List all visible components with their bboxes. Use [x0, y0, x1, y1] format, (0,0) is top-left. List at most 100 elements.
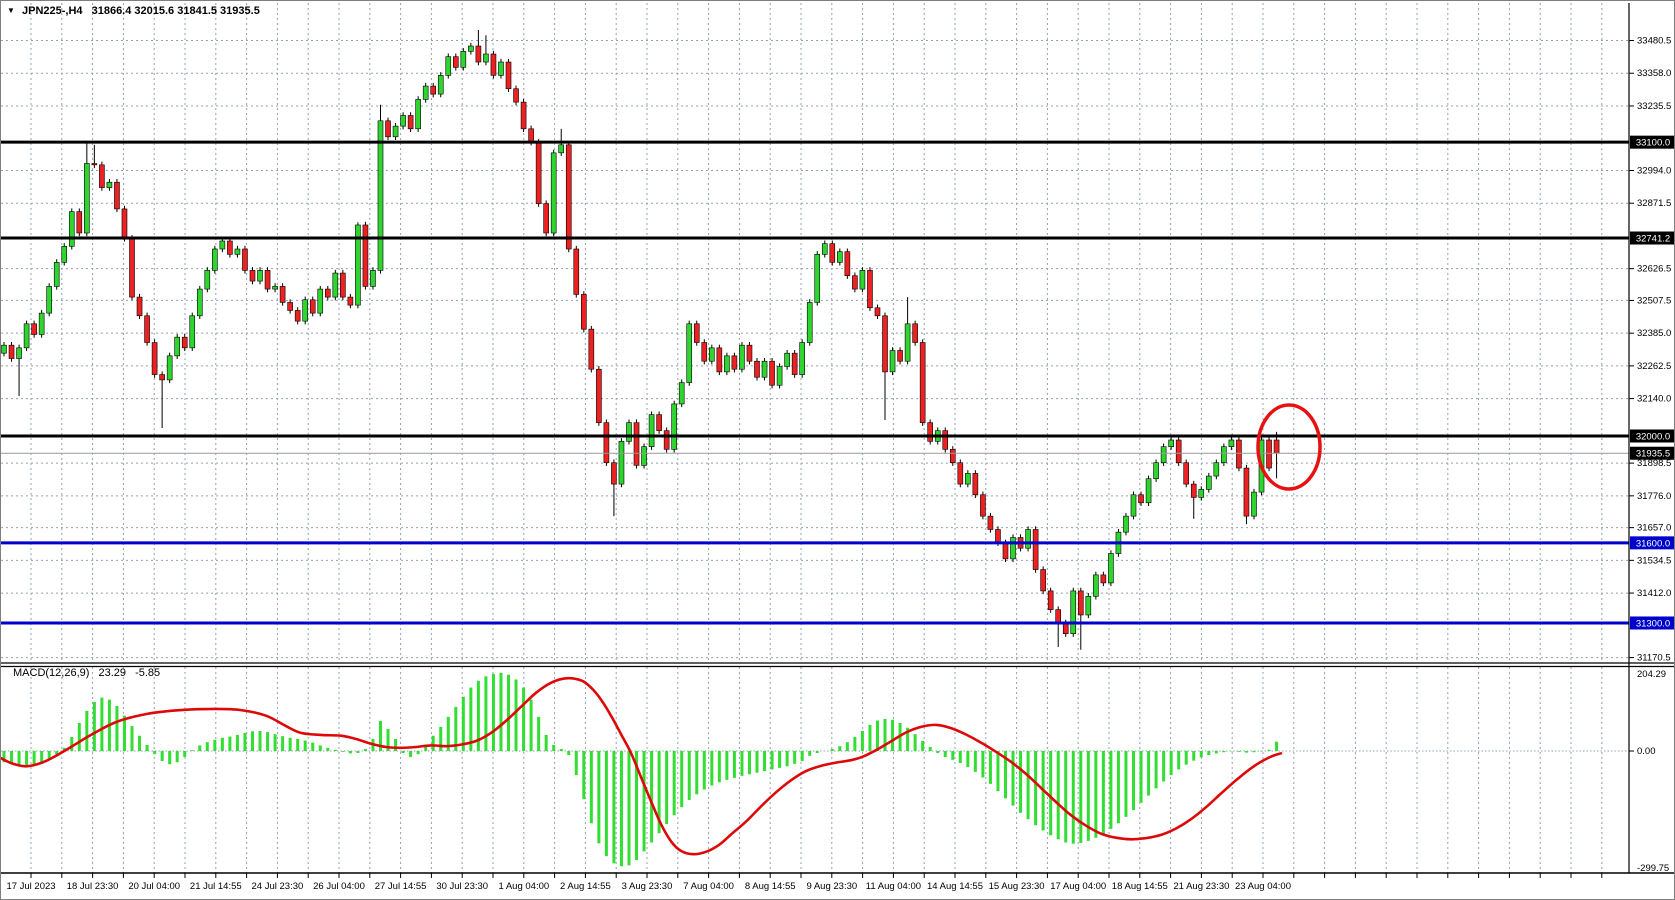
candle-body-bear: [32, 324, 37, 335]
candle-body-bull: [1131, 495, 1136, 516]
y-axis-tick-label: 31534.5: [1637, 555, 1671, 566]
x-axis-time-label: 21 Aug 23:30: [1173, 881, 1229, 892]
candle-body-bull: [1161, 447, 1166, 463]
ohlc-values: 31866.4 32015.6 31841.5 31935.5: [92, 5, 260, 17]
candle-body-bear: [574, 249, 579, 294]
trading-chart-window: 33480.533358.033235.532994.032871.532626…: [0, 0, 1675, 900]
macd-axis-zero-label: 0.00: [1637, 746, 1656, 757]
candle-body-bull: [468, 46, 473, 51]
candle-body-bull: [672, 404, 677, 449]
candle-body-bear: [431, 86, 436, 94]
candle-body-bull: [1108, 554, 1113, 583]
candle-body-bear: [1003, 543, 1008, 559]
x-axis-time-label: 7 Aug 04:00: [683, 881, 734, 892]
candle-body-bear: [611, 463, 616, 484]
price-level-badge-label: 31600.0: [1636, 538, 1670, 549]
candle-body-bull: [1214, 463, 1219, 476]
candle-body-bear: [1236, 440, 1241, 468]
candle-body-bull: [785, 353, 790, 366]
candle-body-bear: [747, 345, 752, 361]
candle-body-bear: [453, 57, 458, 68]
y-axis-tick-label: 33480.5: [1637, 36, 1671, 47]
y-axis-tick-label: 32262.5: [1637, 361, 1671, 372]
symbol-dropdown-icon[interactable]: ▼: [7, 6, 15, 15]
candle-body-bear: [950, 449, 955, 462]
x-axis-time-label: 27 Jul 14:55: [375, 881, 427, 892]
candle-body-bear: [122, 209, 127, 238]
candle-body-bear: [145, 316, 150, 343]
x-axis-time-label: 18 Aug 14:55: [1112, 881, 1168, 892]
chart-title: ▼ JPN225-,H4 31866.4 32015.6 31841.5 319…: [7, 5, 260, 17]
candle-body-bear: [664, 431, 669, 450]
candle-body-bull: [559, 145, 564, 153]
candle-body-bull: [423, 86, 428, 99]
candle-body-bull: [1011, 538, 1016, 559]
candle-body-bear: [1267, 440, 1272, 468]
candle-body-bull: [197, 289, 202, 316]
y-axis-tick-label: 32507.5: [1637, 295, 1671, 306]
y-axis-tick-label: 31898.5: [1637, 458, 1671, 469]
candle-body-bear: [657, 415, 662, 431]
candle-body-bear: [1176, 440, 1181, 463]
candle-body-bull: [416, 99, 421, 128]
candle-body-bear: [980, 495, 985, 516]
candle-body-bear: [898, 351, 903, 362]
candle-body-bear: [566, 145, 571, 249]
candle-body-bull: [273, 286, 278, 289]
candle-body-bear: [288, 302, 293, 310]
candle-body-bull: [1071, 591, 1076, 634]
candle-body-bear: [875, 308, 880, 316]
candle-body-bull: [777, 367, 782, 386]
candle-body-bull: [619, 441, 624, 484]
candle-body-bear: [476, 46, 481, 62]
candle-body-bear: [363, 225, 368, 286]
candle-body-bull: [1093, 575, 1098, 596]
candle-body-bear: [1244, 468, 1249, 516]
candle-body-bear: [152, 343, 157, 375]
candle-body-bull: [461, 51, 466, 67]
x-axis-time-label: 21 Jul 14:55: [190, 881, 242, 892]
y-axis-tick-label: 33358.0: [1637, 68, 1671, 79]
candle-body-bear: [1184, 463, 1189, 484]
candle-body-bull: [1206, 476, 1211, 489]
macd-indicator-label: MACD(12,26,9) 23.29 -5.85: [13, 667, 160, 679]
candle-body-bull: [62, 246, 67, 262]
candle-body-bull: [815, 254, 820, 302]
candle-body-bear: [529, 129, 534, 142]
candle-body-bear: [634, 423, 639, 466]
candle-body-bull: [333, 273, 338, 297]
candle-body-bull: [498, 62, 503, 75]
chart-canvas[interactable]: 33480.533358.033235.532994.032871.532626…: [1, 1, 1675, 900]
candle-body-bear: [581, 294, 586, 329]
candle-body-bear: [386, 121, 391, 137]
chart-background[interactable]: [1, 1, 1675, 900]
x-axis-time-label: 30 Jul 23:30: [436, 881, 488, 892]
candle-body-bear: [92, 164, 97, 165]
candle-body-bear: [280, 286, 285, 302]
candle-body-bear: [770, 361, 775, 385]
candle-body-bear: [1101, 575, 1106, 583]
y-axis-tick-label: 31657.0: [1637, 523, 1671, 534]
candle-body-bear: [514, 89, 519, 102]
candle-body-bear: [1078, 591, 1083, 615]
candle-body-bull: [47, 286, 52, 313]
candle-body-bull: [800, 343, 805, 375]
candle-body-bull: [687, 324, 692, 383]
current-price-badge-label: 31935.5: [1636, 449, 1670, 460]
candle-body-bear: [755, 361, 760, 377]
candle-body-bear: [973, 473, 978, 494]
x-axis-time-label: 1 Aug 04:00: [498, 881, 549, 892]
candle-body-bear: [928, 423, 933, 442]
x-axis-time-label: 20 Jul 04:00: [128, 881, 180, 892]
candle-body-bear: [717, 348, 722, 372]
price-level-badge-label: 32000.0: [1636, 432, 1670, 443]
candle-body-bear: [408, 115, 413, 128]
candle-body-bear: [694, 324, 699, 343]
candle-body-bear: [265, 270, 270, 289]
candle-body-bull: [303, 300, 308, 321]
candle-body-bull: [822, 244, 827, 255]
x-axis-time-label: 18 Jul 23:30: [67, 881, 119, 892]
candle-body-bear: [491, 54, 496, 75]
candle-body-bear: [792, 353, 797, 374]
candle-body-bull: [393, 126, 398, 137]
